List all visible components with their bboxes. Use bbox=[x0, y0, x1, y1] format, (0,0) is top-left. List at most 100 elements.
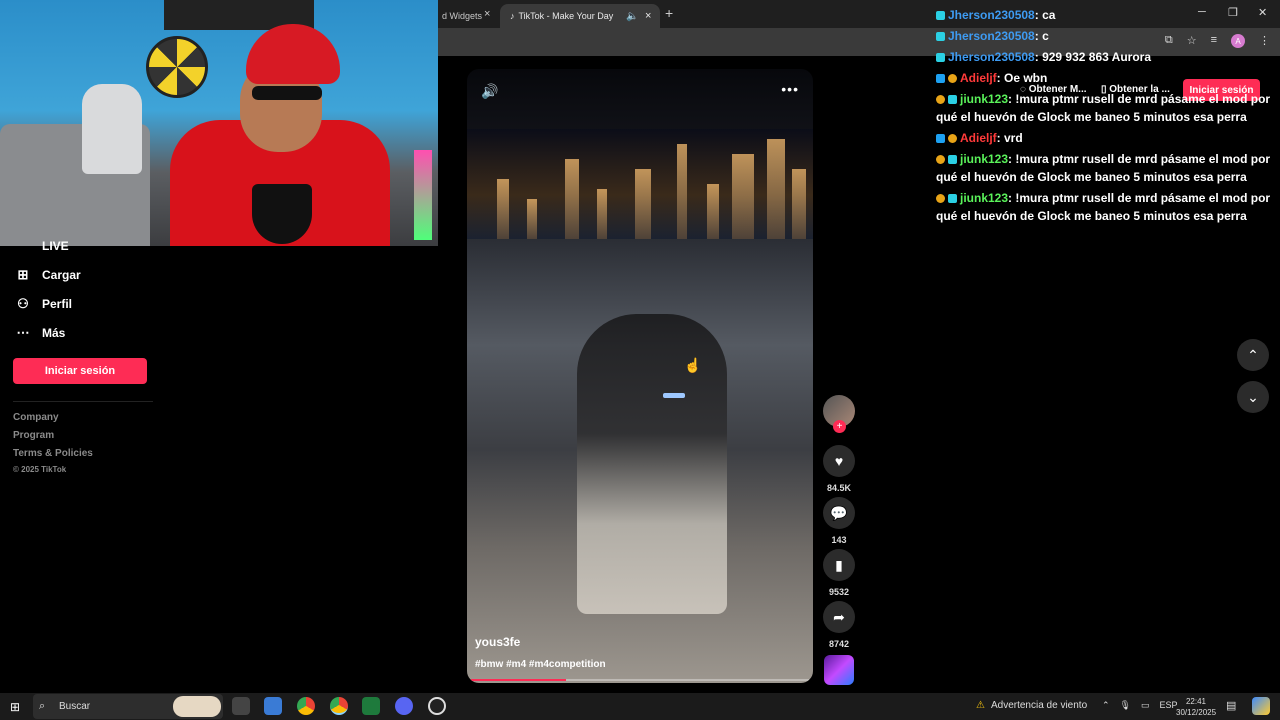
nav-item-profile[interactable]: ⚇ Perfil bbox=[16, 296, 73, 311]
chat-message: Adieljf: vrd bbox=[936, 129, 1280, 147]
chat-username[interactable]: Jherson230508 bbox=[948, 50, 1035, 64]
chat-text: : Oe wbn bbox=[996, 71, 1048, 85]
prize-wheel-icon bbox=[146, 36, 208, 98]
warning-icon: ⚠ bbox=[976, 700, 985, 711]
video-more-icon[interactable]: ••• bbox=[781, 81, 799, 97]
system-tray: ⌃ 🎙 ▭ ESP bbox=[1102, 700, 1178, 711]
chat-username[interactable]: Adieljf bbox=[960, 131, 997, 145]
chat-message: Jherson230508: ca bbox=[936, 6, 1280, 24]
nav-item-upload[interactable]: ⊞ Cargar bbox=[16, 267, 81, 282]
tray-expand-icon[interactable]: ⌃ bbox=[1102, 700, 1110, 711]
share-action[interactable]: ➦ 8742 bbox=[823, 601, 855, 649]
new-tab-button[interactable]: + bbox=[665, 5, 673, 21]
chat-username[interactable]: jiunk123 bbox=[960, 191, 1008, 205]
taskbar-search-label: Buscar bbox=[59, 701, 91, 712]
chat-username[interactable]: jiunk123 bbox=[960, 152, 1008, 166]
task-view-icon[interactable] bbox=[232, 697, 250, 715]
video-skyline bbox=[467, 129, 813, 239]
search-icon: ⌕ bbox=[39, 700, 46, 712]
chat-badge-gold-icon bbox=[948, 74, 957, 83]
chat-message: jiunk123: !mura ptmr rusell de mrd pásam… bbox=[936, 150, 1280, 186]
copilot-icon[interactable] bbox=[1252, 697, 1270, 715]
video-player[interactable]: 🔊 ••• yous3fe #bmw #m4 #m4competition bbox=[467, 69, 813, 683]
nav-item-live[interactable]: LIVE bbox=[16, 239, 69, 253]
nav-item-profile-label: Perfil bbox=[42, 297, 73, 311]
windows-start-icon[interactable]: ⊞ bbox=[10, 700, 20, 714]
chevron-down-icon: ⌄ bbox=[1247, 388, 1259, 405]
nav-item-live-label: LIVE bbox=[42, 239, 69, 253]
chat-username[interactable]: jiunk123 bbox=[960, 92, 1008, 106]
like-count: 84.5K bbox=[826, 483, 852, 493]
footer-copyright: © 2025 TikTok bbox=[13, 465, 67, 474]
chat-badge-cyan-icon bbox=[948, 95, 957, 104]
language-indicator[interactable]: ESP bbox=[1160, 700, 1178, 711]
heart-icon[interactable]: ♥ bbox=[823, 445, 855, 477]
webcam-person-cap bbox=[246, 24, 340, 84]
comment-icon[interactable]: 💬 bbox=[823, 497, 855, 529]
chat-username[interactable]: Jherson230508 bbox=[948, 29, 1035, 43]
notification-icon[interactable]: ▤ bbox=[1226, 699, 1236, 712]
chat-badge-cyan-icon bbox=[936, 32, 945, 41]
clock-date: 30/12/2025 bbox=[1176, 708, 1217, 717]
plus-square-icon: ⊞ bbox=[17, 267, 29, 282]
video-hashtags[interactable]: #bmw #m4 #m4competition bbox=[475, 659, 606, 670]
speaker-icon[interactable]: 🔈 bbox=[626, 11, 638, 22]
comment-action[interactable]: 💬 143 bbox=[823, 497, 855, 545]
save-action[interactable]: ▮ 9532 bbox=[823, 549, 855, 597]
webcam-person-glasses bbox=[252, 86, 322, 100]
taskbar-clock[interactable]: 22:41 30/12/2025 bbox=[1176, 696, 1216, 718]
chat-badge-blue-icon bbox=[936, 74, 945, 83]
weather-widget[interactable]: ⚠ Advertencia de viento bbox=[976, 700, 1087, 711]
store-icon[interactable] bbox=[264, 697, 282, 715]
tab-tiktok-close-icon[interactable]: × bbox=[645, 10, 651, 22]
share-icon[interactable]: ➦ bbox=[823, 601, 855, 633]
chrome-icon[interactable] bbox=[297, 697, 315, 715]
discord-icon[interactable] bbox=[395, 697, 413, 715]
taskbar-search[interactable]: ⌕ Buscar bbox=[33, 694, 223, 719]
music-disc-icon[interactable] bbox=[824, 655, 854, 685]
footer-link-company[interactable]: Company bbox=[13, 412, 59, 423]
volume-icon[interactable]: 🔊 bbox=[481, 83, 498, 100]
search-highlight-image bbox=[173, 696, 221, 717]
clock-time: 22:41 bbox=[1185, 697, 1207, 706]
bookmark-icon[interactable]: ▮ bbox=[823, 549, 855, 581]
chat-username[interactable]: Jherson230508 bbox=[948, 8, 1035, 22]
chat-message: jiunk123: !mura ptmr rusell de mrd pásam… bbox=[936, 189, 1280, 225]
tab-tiktok[interactable]: ♪ TikTok - Make Your Day 🔈 × bbox=[500, 4, 660, 28]
chat-badge-cyan-icon bbox=[936, 53, 945, 62]
obs-icon[interactable] bbox=[428, 697, 446, 715]
sheets-icon[interactable] bbox=[362, 697, 380, 715]
chevron-up-icon: ⌃ bbox=[1247, 346, 1259, 363]
share-count: 8742 bbox=[828, 639, 850, 649]
like-action[interactable]: ♥ 84.5K bbox=[823, 445, 855, 493]
chrome-active-icon[interactable] bbox=[330, 697, 348, 715]
more-dots-icon: ⋯ bbox=[16, 325, 30, 340]
display-icon[interactable]: ▭ bbox=[1141, 700, 1150, 711]
chat-overlay: Jherson230508: ca Jherson230508: c Jherson… bbox=[936, 6, 1280, 228]
microphone-icon[interactable]: 🎙 bbox=[1120, 700, 1131, 711]
footer-link-program[interactable]: Program bbox=[13, 430, 54, 441]
sidebar-divider bbox=[13, 401, 153, 402]
chat-text: : ca bbox=[1034, 8, 1056, 22]
previous-video-button[interactable]: ⌃ bbox=[1237, 339, 1269, 371]
video-progress-bar[interactable] bbox=[471, 679, 809, 681]
nav-item-more[interactable]: ⋯ Más bbox=[16, 325, 66, 340]
tab-tiktok-label: TikTok - Make Your Day bbox=[518, 11, 614, 21]
chat-text: : vrd bbox=[996, 131, 1023, 145]
video-username[interactable]: yous3fe bbox=[475, 635, 520, 649]
next-video-button[interactable]: ⌄ bbox=[1237, 381, 1269, 413]
sidebar-login-button[interactable]: Iniciar sesión bbox=[13, 358, 147, 384]
video-seat-light bbox=[663, 393, 685, 398]
chat-badge-cyan-icon bbox=[948, 194, 957, 203]
live-icon bbox=[16, 239, 30, 253]
video-progress-fill bbox=[471, 679, 566, 681]
user-icon: ⚇ bbox=[17, 296, 29, 311]
save-count: 9532 bbox=[828, 587, 850, 597]
tab-widgets-close-icon[interactable]: × bbox=[484, 8, 490, 20]
footer-link-terms[interactable]: Terms & Policies bbox=[13, 448, 93, 459]
webcam-overlay bbox=[0, 0, 438, 246]
chat-message: Jherson230508: 929 932 863 Aurora bbox=[936, 48, 1280, 66]
tab-widgets[interactable]: d Widgets bbox=[438, 4, 500, 28]
follow-button[interactable]: + bbox=[833, 420, 846, 433]
chat-username[interactable]: Adieljf bbox=[960, 71, 997, 85]
